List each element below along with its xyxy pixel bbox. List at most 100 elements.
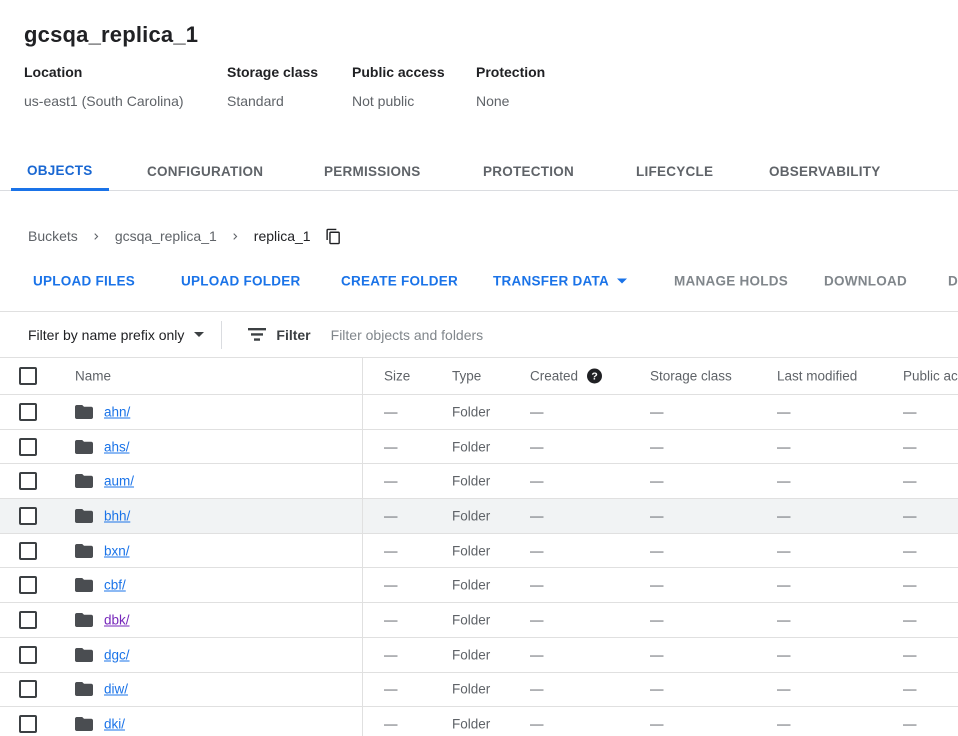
breadcrumb-item-bucket[interactable]: gcsqa_replica_1 <box>115 228 217 244</box>
cell-size: — <box>384 439 398 454</box>
filter-bar: Filter by name prefix only Filter <box>0 311 958 358</box>
cell-public-access: — <box>903 474 917 489</box>
cell-public-access: — <box>903 612 917 627</box>
object-name-link[interactable]: ahs/ <box>104 439 130 454</box>
cell-type: Folder <box>452 612 490 627</box>
filter-label: Filter <box>276 327 310 343</box>
cell-public-access: — <box>903 508 917 523</box>
object-name-link[interactable]: bhh/ <box>104 508 130 523</box>
select-all-checkbox[interactable] <box>19 367 37 385</box>
tab-lifecycle[interactable]: LIFECYCLE <box>620 152 729 191</box>
cell-storage-class: — <box>650 647 664 662</box>
row-checkbox[interactable] <box>19 507 37 525</box>
object-name-link[interactable]: aum/ <box>104 474 134 489</box>
row-checkbox[interactable] <box>19 403 37 421</box>
cell-type: Folder <box>452 543 490 558</box>
meta-storage-class: Storage class Standard <box>227 64 352 109</box>
button-label: UPLOAD FILES <box>33 274 135 289</box>
object-name-link[interactable]: bxn/ <box>104 543 130 558</box>
meta-label: Location <box>24 64 227 80</box>
dropdown-caret-icon <box>617 279 627 284</box>
cell-last-modified: — <box>777 508 791 523</box>
tab-observability[interactable]: OBSERVABILITY <box>753 152 897 191</box>
help-icon[interactable]: ? <box>587 369 602 384</box>
tab-configuration[interactable]: CONFIGURATION <box>131 152 279 191</box>
object-name-link[interactable]: dgc/ <box>104 647 130 662</box>
row-checkbox[interactable] <box>19 472 37 490</box>
meta-label: Public access <box>352 64 476 80</box>
row-checkbox[interactable] <box>19 438 37 456</box>
cell-size: — <box>384 578 398 593</box>
tab-permissions[interactable]: PERMISSIONS <box>308 152 437 191</box>
object-toolbar: UPLOAD FILES UPLOAD FOLDER CREATE FOLDER… <box>0 258 958 304</box>
filter-mode-select[interactable]: Filter by name prefix only <box>28 327 204 343</box>
cell-type: Folder <box>452 404 490 419</box>
button-label: DELETE <box>948 274 958 289</box>
cell-type: Folder <box>452 682 490 697</box>
meta-protection: Protection None <box>476 64 545 109</box>
table-row: dbk/ — Folder — — — — <box>0 603 958 638</box>
cell-size: — <box>384 647 398 662</box>
chevron-right-icon <box>90 230 103 243</box>
upload-folder-button[interactable]: UPLOAD FOLDER <box>169 266 313 297</box>
cell-created: — <box>530 474 544 489</box>
cell-storage-class: — <box>650 508 664 523</box>
column-header-size: Size <box>384 369 410 384</box>
object-name-link[interactable]: cbf/ <box>104 578 126 593</box>
tab-objects[interactable]: OBJECTS <box>11 152 109 191</box>
cell-public-access: — <box>903 578 917 593</box>
create-folder-button[interactable]: CREATE FOLDER <box>329 266 470 297</box>
filter-input[interactable] <box>331 327 958 343</box>
cell-type: Folder <box>452 647 490 662</box>
table-row: diw/ — Folder — — — — <box>0 673 958 708</box>
upload-files-button[interactable]: UPLOAD FILES <box>21 266 147 297</box>
funnel-icon <box>248 328 266 341</box>
breadcrumb-item-buckets[interactable]: Buckets <box>28 228 78 244</box>
object-name-link[interactable]: dbk/ <box>104 612 130 627</box>
meta-value: us-east1 (South Carolina) <box>24 93 227 109</box>
column-header-type: Type <box>452 369 481 384</box>
object-name-link[interactable]: dki/ <box>104 717 125 732</box>
cell-size: — <box>384 612 398 627</box>
cell-storage-class: — <box>650 474 664 489</box>
row-checkbox[interactable] <box>19 542 37 560</box>
cell-created: — <box>530 508 544 523</box>
button-label: MANAGE HOLDS <box>674 274 788 289</box>
objects-table: Name Size Type Created ? Storage class L… <box>0 358 958 736</box>
cell-public-access: — <box>903 717 917 732</box>
copy-icon[interactable] <box>325 228 342 245</box>
row-checkbox[interactable] <box>19 646 37 664</box>
cell-created: — <box>530 543 544 558</box>
button-label: TRANSFER DATA <box>493 274 609 289</box>
chevron-right-icon <box>229 230 242 243</box>
table-row: dki/ — Folder — — — — <box>0 707 958 736</box>
object-name-link[interactable]: diw/ <box>104 682 128 697</box>
table-row: bhh/ — Folder — — — — <box>0 499 958 534</box>
button-label: CREATE FOLDER <box>341 274 458 289</box>
row-checkbox[interactable] <box>19 680 37 698</box>
cell-created: — <box>530 612 544 627</box>
table-row: aum/ — Folder — — — — <box>0 464 958 499</box>
cell-created: — <box>530 578 544 593</box>
tab-protection[interactable]: PROTECTION <box>467 152 590 191</box>
cell-size: — <box>384 682 398 697</box>
download-button[interactable]: DOWNLOAD <box>812 266 919 297</box>
delete-button[interactable]: DELETE <box>936 266 958 297</box>
bucket-details-page: gcsqa_replica_1 Location us-east1 (South… <box>0 0 958 736</box>
folder-icon <box>75 717 93 731</box>
cell-storage-class: — <box>650 543 664 558</box>
cell-public-access: — <box>903 543 917 558</box>
cell-storage-class: — <box>650 439 664 454</box>
folder-icon <box>75 474 93 488</box>
column-header-storage-class: Storage class <box>650 369 732 384</box>
row-checkbox[interactable] <box>19 715 37 733</box>
object-name-link[interactable]: ahn/ <box>104 404 130 419</box>
table-row: ahs/ — Folder — — — — <box>0 430 958 465</box>
row-checkbox[interactable] <box>19 611 37 629</box>
cell-public-access: — <box>903 647 917 662</box>
cell-public-access: — <box>903 404 917 419</box>
manage-holds-button[interactable]: MANAGE HOLDS <box>662 266 800 297</box>
cell-created: — <box>530 682 544 697</box>
transfer-data-button[interactable]: TRANSFER DATA <box>481 266 639 297</box>
row-checkbox[interactable] <box>19 576 37 594</box>
